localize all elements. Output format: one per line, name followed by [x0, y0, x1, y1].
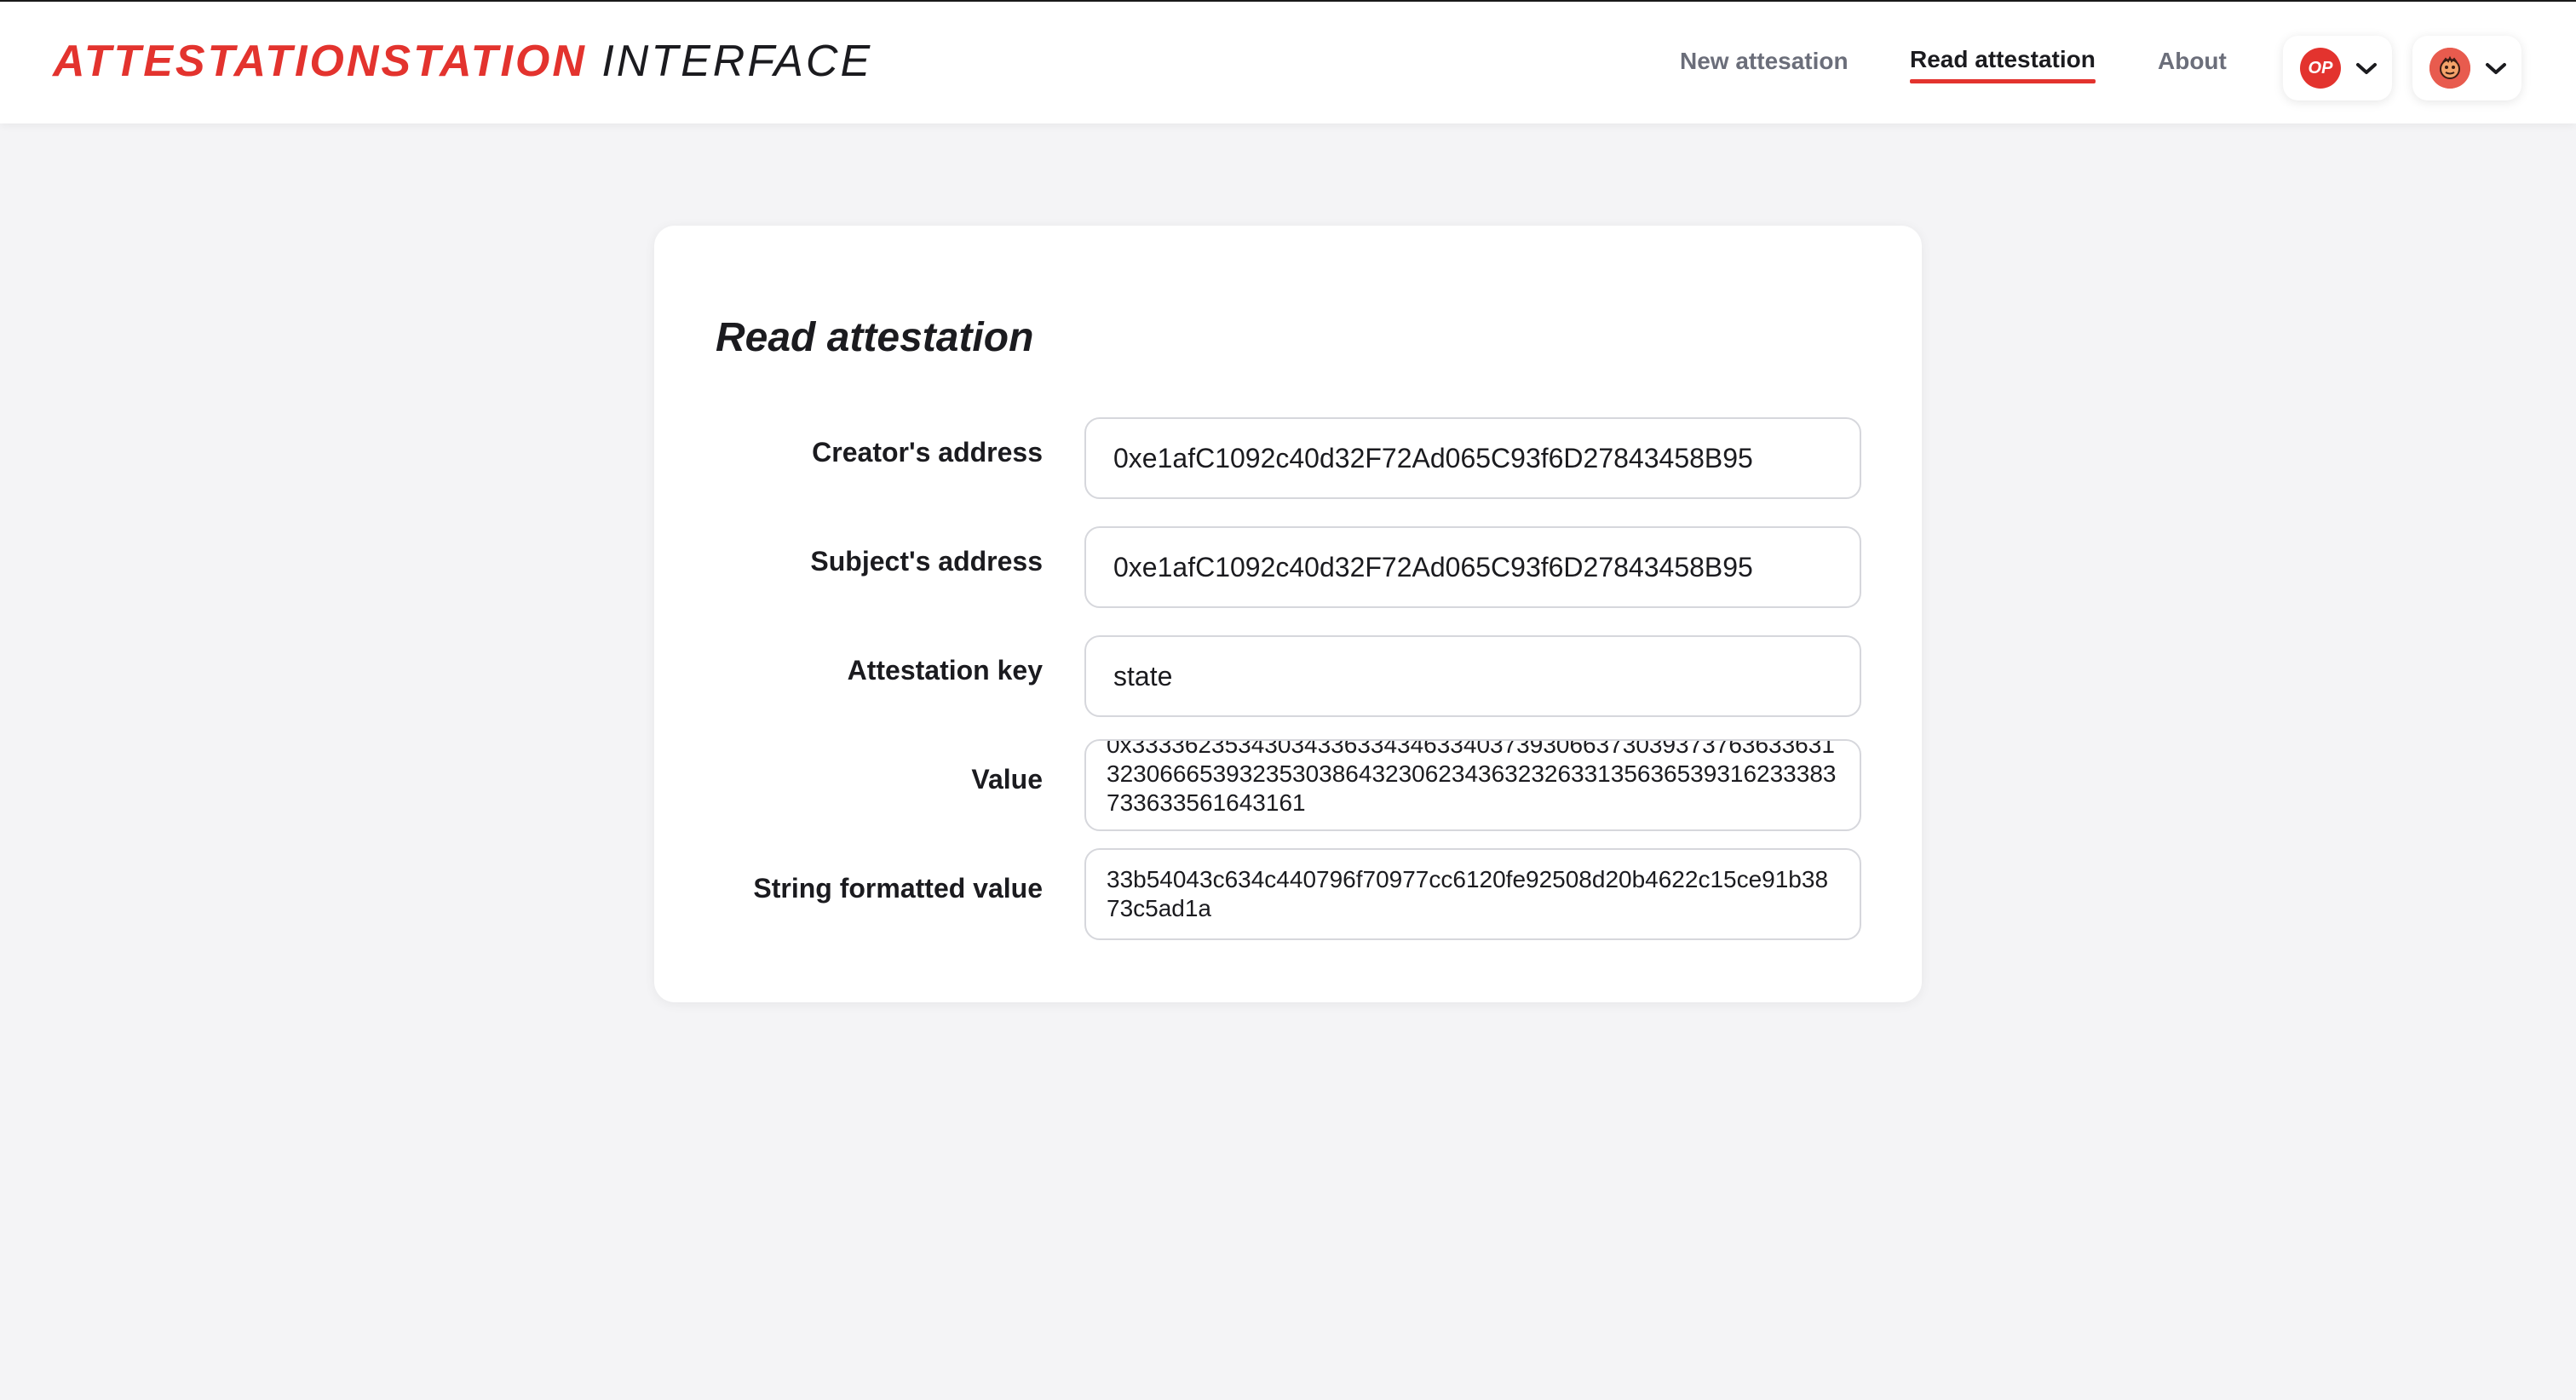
subject-address-field[interactable]: 0xe1afC1092c40d32F72Ad065C93f6D27843458B…: [1084, 526, 1861, 608]
value-text: 0x33336235343034336334346334037393066373…: [1107, 739, 1837, 816]
value-field[interactable]: 0x33336235343034336334346334037393066373…: [1084, 739, 1861, 831]
creator-address-label: Creator's address: [812, 437, 1043, 468]
account-selector[interactable]: [2412, 36, 2521, 100]
active-tab-underline: [1910, 79, 2096, 83]
subject-address-label: Subject's address: [810, 546, 1043, 577]
top-bar: ATTESTATIONSTATION INTERFACE New attesat…: [0, 0, 2576, 123]
string-formatted-value-label: String formatted value: [753, 873, 1043, 904]
app-logo[interactable]: ATTESTATIONSTATION INTERFACE: [53, 36, 872, 87]
value-label: Value: [971, 764, 1043, 795]
logo-brand: ATTESTATIONSTATION: [53, 37, 587, 86]
read-attestation-card: Read attestation Creator's address 0xe1a…: [654, 226, 1922, 1002]
nav-about[interactable]: About: [2158, 48, 2227, 75]
attestation-key-field[interactable]: state: [1084, 635, 1861, 717]
string-formatted-value-field[interactable]: 33b54043c634c440796f70977cc6120fe92508d2…: [1084, 848, 1861, 940]
nav-read-attestation[interactable]: Read attestation: [1910, 46, 2096, 83]
network-badge: OP: [2300, 48, 2341, 89]
logo-suffix: INTERFACE: [601, 37, 873, 86]
network-selector[interactable]: OP: [2283, 36, 2392, 100]
chevron-down-icon: [2356, 63, 2377, 74]
avatar-icon: [2429, 48, 2470, 89]
string-formatted-value-text: 33b54043c634c440796f70977cc6120fe92508d2…: [1107, 866, 1829, 921]
nav-read-attestation-label: Read attestation: [1910, 46, 2096, 72]
chevron-down-icon: [2486, 63, 2506, 74]
page-title: Read attestation: [716, 315, 1034, 360]
creator-address-field[interactable]: 0xe1afC1092c40d32F72Ad065C93f6D27843458B…: [1084, 417, 1861, 499]
nav-new-attestation[interactable]: New attesation: [1680, 48, 1849, 75]
attestation-key-label: Attestation key: [847, 655, 1043, 686]
